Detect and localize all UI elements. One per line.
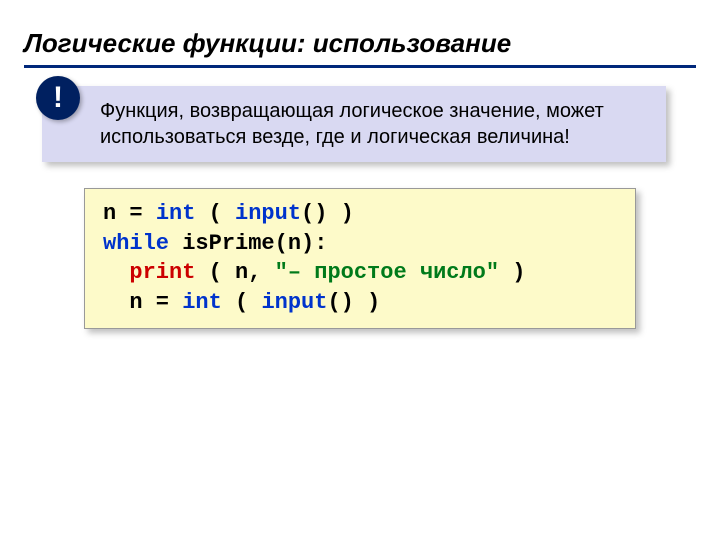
info-callout: ! Функция, возвращающая логическое значе… bbox=[42, 86, 666, 162]
info-text: Функция, возвращающая логическое значени… bbox=[42, 86, 666, 162]
code-text: isPrime(n): bbox=[169, 231, 327, 256]
code-snippet: n = int ( input() ) while isPrime(n): pr… bbox=[84, 188, 636, 329]
code-indent bbox=[103, 260, 129, 285]
code-text: n = bbox=[129, 290, 182, 315]
code-indent bbox=[103, 290, 129, 315]
code-text: ( n, bbox=[195, 260, 274, 285]
kw-input: input bbox=[261, 290, 327, 315]
code-text: ( bbox=[195, 201, 235, 226]
code-text: ( bbox=[222, 290, 262, 315]
slide-title: Логические функции: использование bbox=[24, 28, 696, 68]
kw-print: print bbox=[129, 260, 195, 285]
kw-while: while bbox=[103, 231, 169, 256]
code-text: () ) bbox=[301, 201, 354, 226]
code-text: ) bbox=[499, 260, 552, 285]
code-text: n = bbox=[103, 201, 156, 226]
kw-input: input bbox=[235, 201, 301, 226]
code-text: () ) bbox=[327, 290, 380, 315]
kw-int: int bbox=[182, 290, 222, 315]
kw-int: int bbox=[156, 201, 196, 226]
string-literal: "– простое число" bbox=[275, 260, 499, 285]
exclamation-icon: ! bbox=[36, 76, 80, 120]
